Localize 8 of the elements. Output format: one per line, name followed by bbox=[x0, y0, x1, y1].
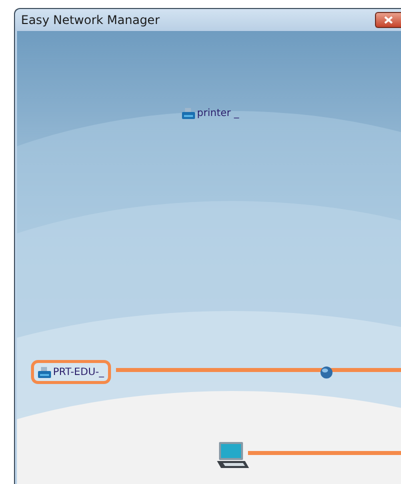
close-icon bbox=[384, 16, 393, 24]
printer-icon bbox=[38, 366, 51, 378]
close-button[interactable] bbox=[375, 12, 401, 28]
printer-icon bbox=[182, 107, 195, 119]
window-title: Easy Network Manager bbox=[21, 13, 160, 27]
globe-icon bbox=[320, 366, 333, 379]
printer-node[interactable]: printer _ bbox=[175, 101, 246, 125]
printer-node[interactable]: PRT-EDU-_ bbox=[31, 360, 111, 384]
